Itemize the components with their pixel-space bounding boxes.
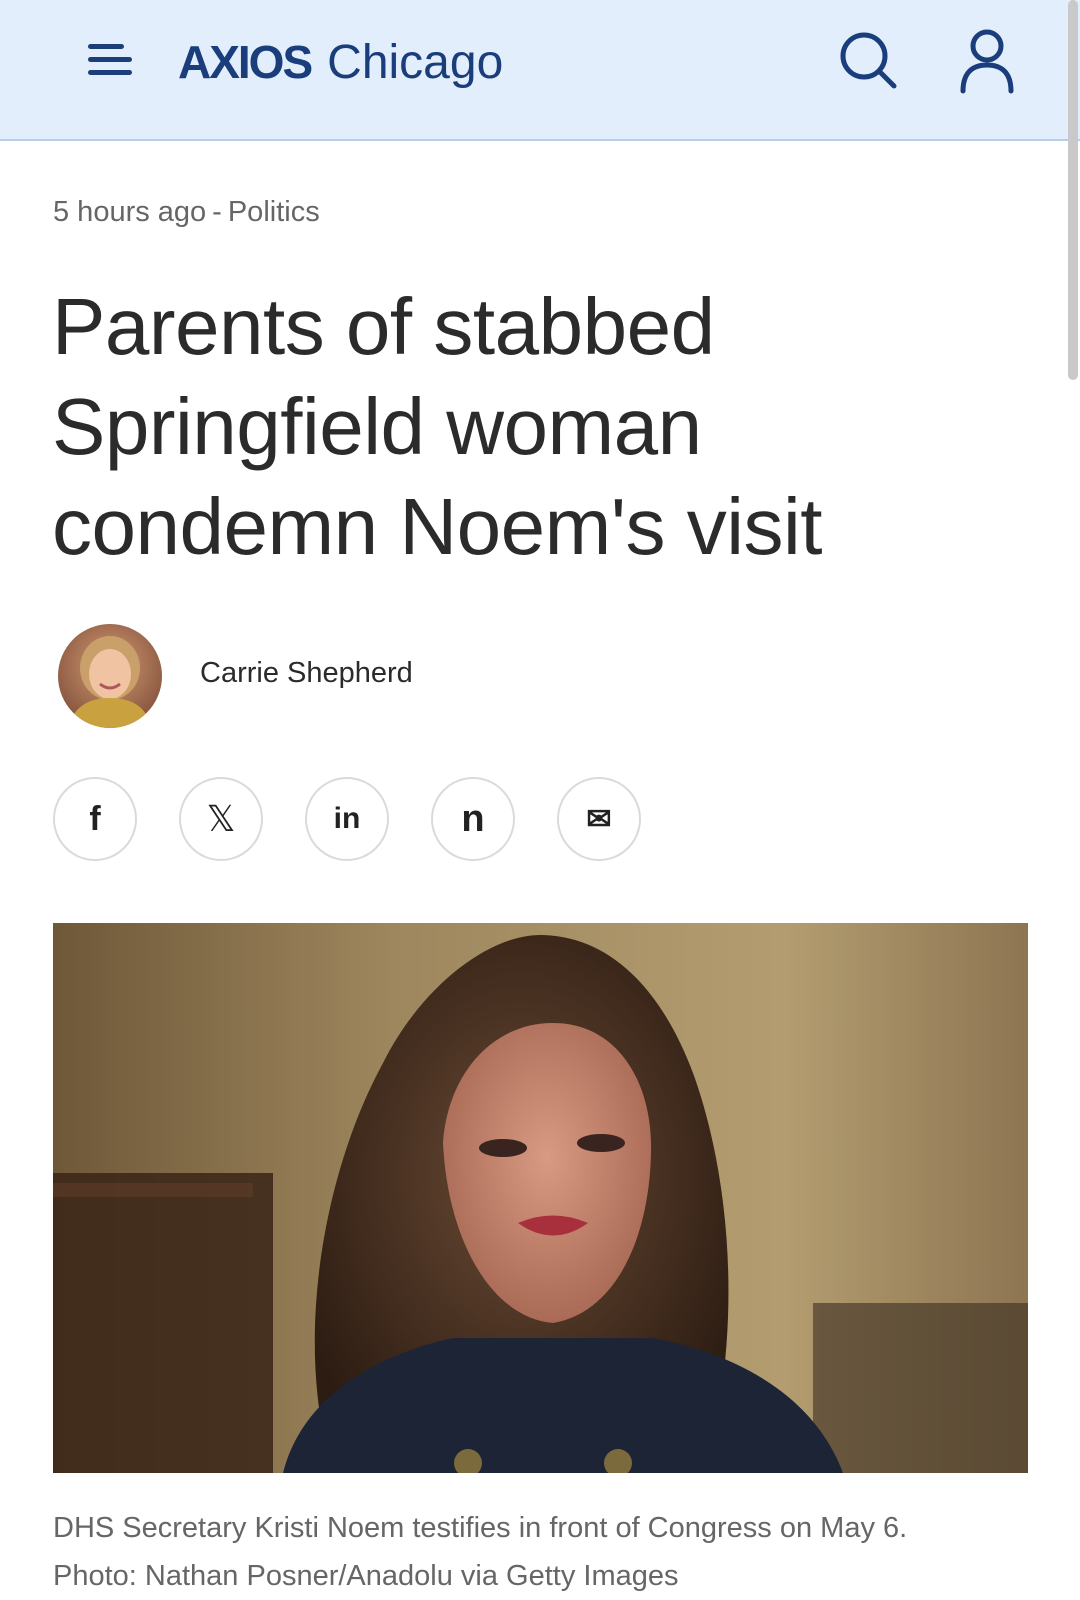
- menu-bar: [88, 44, 124, 49]
- linkedin-icon: in: [333, 802, 361, 835]
- share-email-button[interactable]: ✉: [557, 777, 641, 861]
- share-facebook-button[interactable]: f: [53, 777, 137, 861]
- scrollbar[interactable]: [1068, 0, 1078, 380]
- topic-link[interactable]: Politics: [228, 196, 320, 228]
- article-headline: Parents of stabbed Springfield woman con…: [52, 282, 823, 571]
- share-newsletter-button[interactable]: n: [431, 777, 515, 861]
- x-icon: 𝕏: [206, 798, 236, 839]
- caption-text: DHS Secretary Kristi Noem testifies in f…: [53, 1512, 908, 1544]
- email-icon: ✉: [586, 802, 612, 836]
- facebook-icon: f: [89, 799, 101, 838]
- menu-icon[interactable]: [88, 40, 140, 84]
- author-name[interactable]: Carrie Shepherd: [200, 657, 413, 690]
- share-linkedin-button[interactable]: in: [305, 777, 389, 861]
- share-buttons: f 𝕏 in n ✉: [53, 777, 683, 861]
- newsletter-icon: n: [461, 797, 485, 840]
- menu-bar: [88, 57, 132, 62]
- brand-city-text: Chicago: [327, 35, 504, 89]
- photo-credit: Photo: Nathan Posner/Anadolu via Getty I…: [53, 1560, 679, 1592]
- meta-separator: -: [212, 196, 222, 228]
- account-icon[interactable]: [958, 28, 1016, 94]
- menu-bar: [88, 70, 132, 75]
- brand-logo-text: AXIOS: [178, 36, 313, 88]
- article-timestamp: 5 hours ago: [53, 196, 207, 228]
- hero-image: [53, 923, 1028, 1473]
- site-header: AXIOS Chicago: [0, 0, 1080, 141]
- author-avatar[interactable]: [58, 624, 162, 728]
- search-icon[interactable]: [838, 30, 900, 92]
- article-meta: 5 hours ago - Politics: [53, 196, 320, 229]
- site-logo[interactable]: AXIOS Chicago: [178, 30, 503, 94]
- share-x-button[interactable]: 𝕏: [179, 777, 263, 861]
- image-caption: DHS Secretary Kristi Noem testifies in f…: [53, 1504, 1043, 1600]
